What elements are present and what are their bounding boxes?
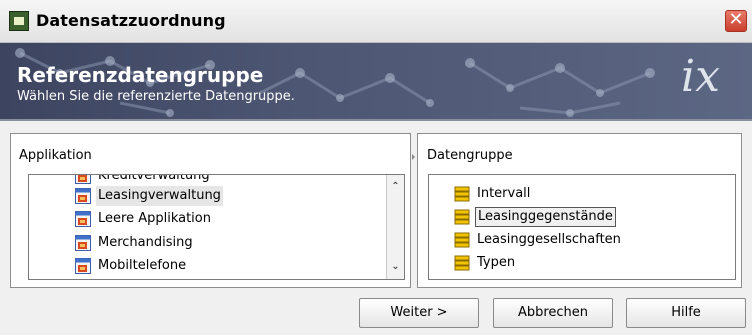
data-group-item-label: Intervall <box>477 186 531 201</box>
list-item[interactable]: Leasinggegenstände <box>429 207 729 227</box>
help-button[interactable]: Hilfe <box>626 298 746 328</box>
list-item[interactable]: Leasinggesellschaften <box>429 230 729 250</box>
application-icon <box>75 235 91 251</box>
banner-subtitle: Wählen Sie die referenzierte Datengruppe… <box>17 89 295 104</box>
header-banner: Referenzdatengruppe Wählen Sie die refer… <box>0 43 752 119</box>
list-item[interactable]: Kreditverwaltung <box>29 174 384 186</box>
application-panel: Applikation Kreditverwaltung Leasingverw… <box>10 133 411 288</box>
chevron-up-icon: ⌃ <box>391 181 400 192</box>
application-icon <box>75 211 91 227</box>
application-list[interactable]: Kreditverwaltung Leasingverwaltung Leere… <box>28 174 405 280</box>
data-group-label: Datengruppe <box>427 148 513 163</box>
data-group-list[interactable]: Intervall Leasinggegenstände Leasinggese… <box>428 174 736 280</box>
banner-title: Referenzdatengruppe <box>17 63 264 87</box>
app-icon <box>9 11 29 31</box>
application-scrollbar[interactable]: ⌃ ⌄ <box>386 175 404 279</box>
close-button[interactable]: ✕ <box>725 10 747 32</box>
application-item-label: Kreditverwaltung <box>98 174 210 183</box>
application-item-label: Leere Applikation <box>98 211 211 226</box>
title-bar[interactable]: Datensatzzuordnung ✕ <box>0 0 752 43</box>
application-item-label: Merchandising <box>98 235 193 250</box>
list-item[interactable]: Merchandising <box>29 233 384 253</box>
application-label: Applikation <box>19 148 92 163</box>
data-group-item-label: Typen <box>477 255 516 270</box>
list-item[interactable]: Leasingverwaltung <box>29 186 384 206</box>
window-title: Datensatzzuordnung <box>36 11 226 30</box>
dialog-content: Applikation Kreditverwaltung Leasingverw… <box>0 119 752 335</box>
list-item[interactable]: Leere Applikation <box>29 209 384 229</box>
database-icon <box>454 186 470 202</box>
list-item[interactable]: Intervall <box>429 184 729 204</box>
close-icon: ✕ <box>728 9 744 30</box>
data-group-item-label: Leasinggesellschaften <box>477 232 621 247</box>
application-item-label: Mobiltelefone <box>98 258 187 273</box>
database-icon <box>454 209 470 225</box>
scroll-down-button[interactable]: ⌄ <box>389 260 402 274</box>
application-icon <box>75 258 91 274</box>
application-item-label: Leasingverwaltung <box>96 186 223 206</box>
data-group-panel: Datengruppe Intervall Leasinggegenstände… <box>417 133 742 288</box>
dialog-window: Datensatzzuordnung ✕ Referenzdatengruppe… <box>0 0 752 335</box>
database-icon <box>454 232 470 248</box>
scroll-up-button[interactable]: ⌃ <box>389 180 402 194</box>
data-group-item-label: Leasinggegenstände <box>475 207 616 227</box>
database-icon <box>454 255 470 271</box>
cancel-button[interactable]: Abbrechen <box>493 298 613 328</box>
application-icon <box>75 188 91 204</box>
list-item[interactable]: Typen <box>429 253 729 273</box>
next-button[interactable]: Weiter > <box>359 298 479 328</box>
chevron-down-icon: ⌄ <box>391 261 400 272</box>
application-icon <box>75 175 91 184</box>
list-item[interactable]: Mobiltelefone <box>29 256 384 276</box>
ix-logo: ix <box>681 51 720 102</box>
